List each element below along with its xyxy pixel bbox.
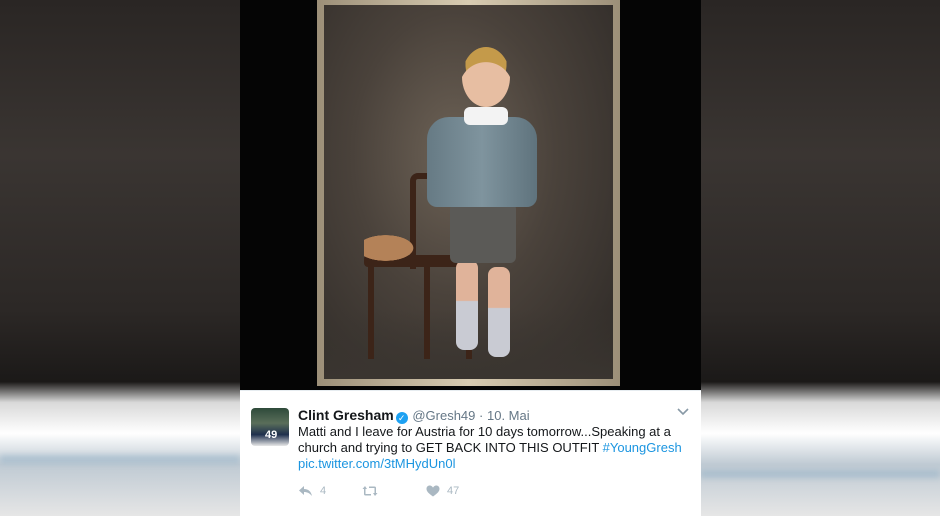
separator: · bbox=[479, 408, 484, 423]
boy-jacket bbox=[427, 117, 537, 207]
blurred-background-left bbox=[0, 0, 240, 516]
avatar[interactable]: 49 bbox=[251, 408, 289, 446]
reply-button[interactable]: 4 bbox=[298, 485, 326, 497]
like-button[interactable]: 47 bbox=[426, 485, 459, 497]
tweet-embed-card: 49 Clint Gresham ✓ @Gresh49 · 10. Mai Mat… bbox=[240, 0, 701, 516]
retweet-button[interactable] bbox=[362, 485, 385, 497]
tweet-header: Clint Gresham ✓ @Gresh49 · 10. Mai bbox=[298, 407, 678, 424]
tweet-photo[interactable] bbox=[240, 0, 701, 390]
tweet-date[interactable]: 10. Mai bbox=[487, 408, 530, 423]
hashtag-link[interactable]: #YoungGresh bbox=[603, 440, 682, 455]
reply-count: 4 bbox=[320, 485, 327, 497]
pic-link[interactable]: pic.twitter.com/3tMHydUn0l bbox=[298, 456, 456, 471]
blurred-background-right bbox=[700, 0, 940, 516]
tweet-text: Matti and I leave for Austria for 10 day… bbox=[298, 424, 690, 472]
tweet-actions: 4 47 bbox=[298, 485, 598, 501]
like-count: 47 bbox=[447, 485, 460, 497]
avatar-jersey-number: 49 bbox=[265, 429, 278, 441]
reply-icon bbox=[298, 485, 313, 497]
handle[interactable]: @Gresh49 bbox=[412, 408, 475, 423]
stuffed-toy bbox=[364, 233, 418, 263]
tweet: 49 Clint Gresham ✓ @Gresh49 · 10. Mai Mat… bbox=[240, 390, 701, 516]
verified-badge-icon: ✓ bbox=[395, 412, 408, 424]
heart-icon bbox=[426, 485, 440, 497]
childhood-portrait bbox=[324, 5, 613, 379]
boy bbox=[462, 47, 510, 107]
chevron-down-icon[interactable] bbox=[677, 405, 689, 419]
retweet-icon bbox=[362, 485, 378, 497]
display-name[interactable]: Clint Gresham bbox=[298, 407, 394, 423]
picture-frame bbox=[317, 0, 620, 386]
